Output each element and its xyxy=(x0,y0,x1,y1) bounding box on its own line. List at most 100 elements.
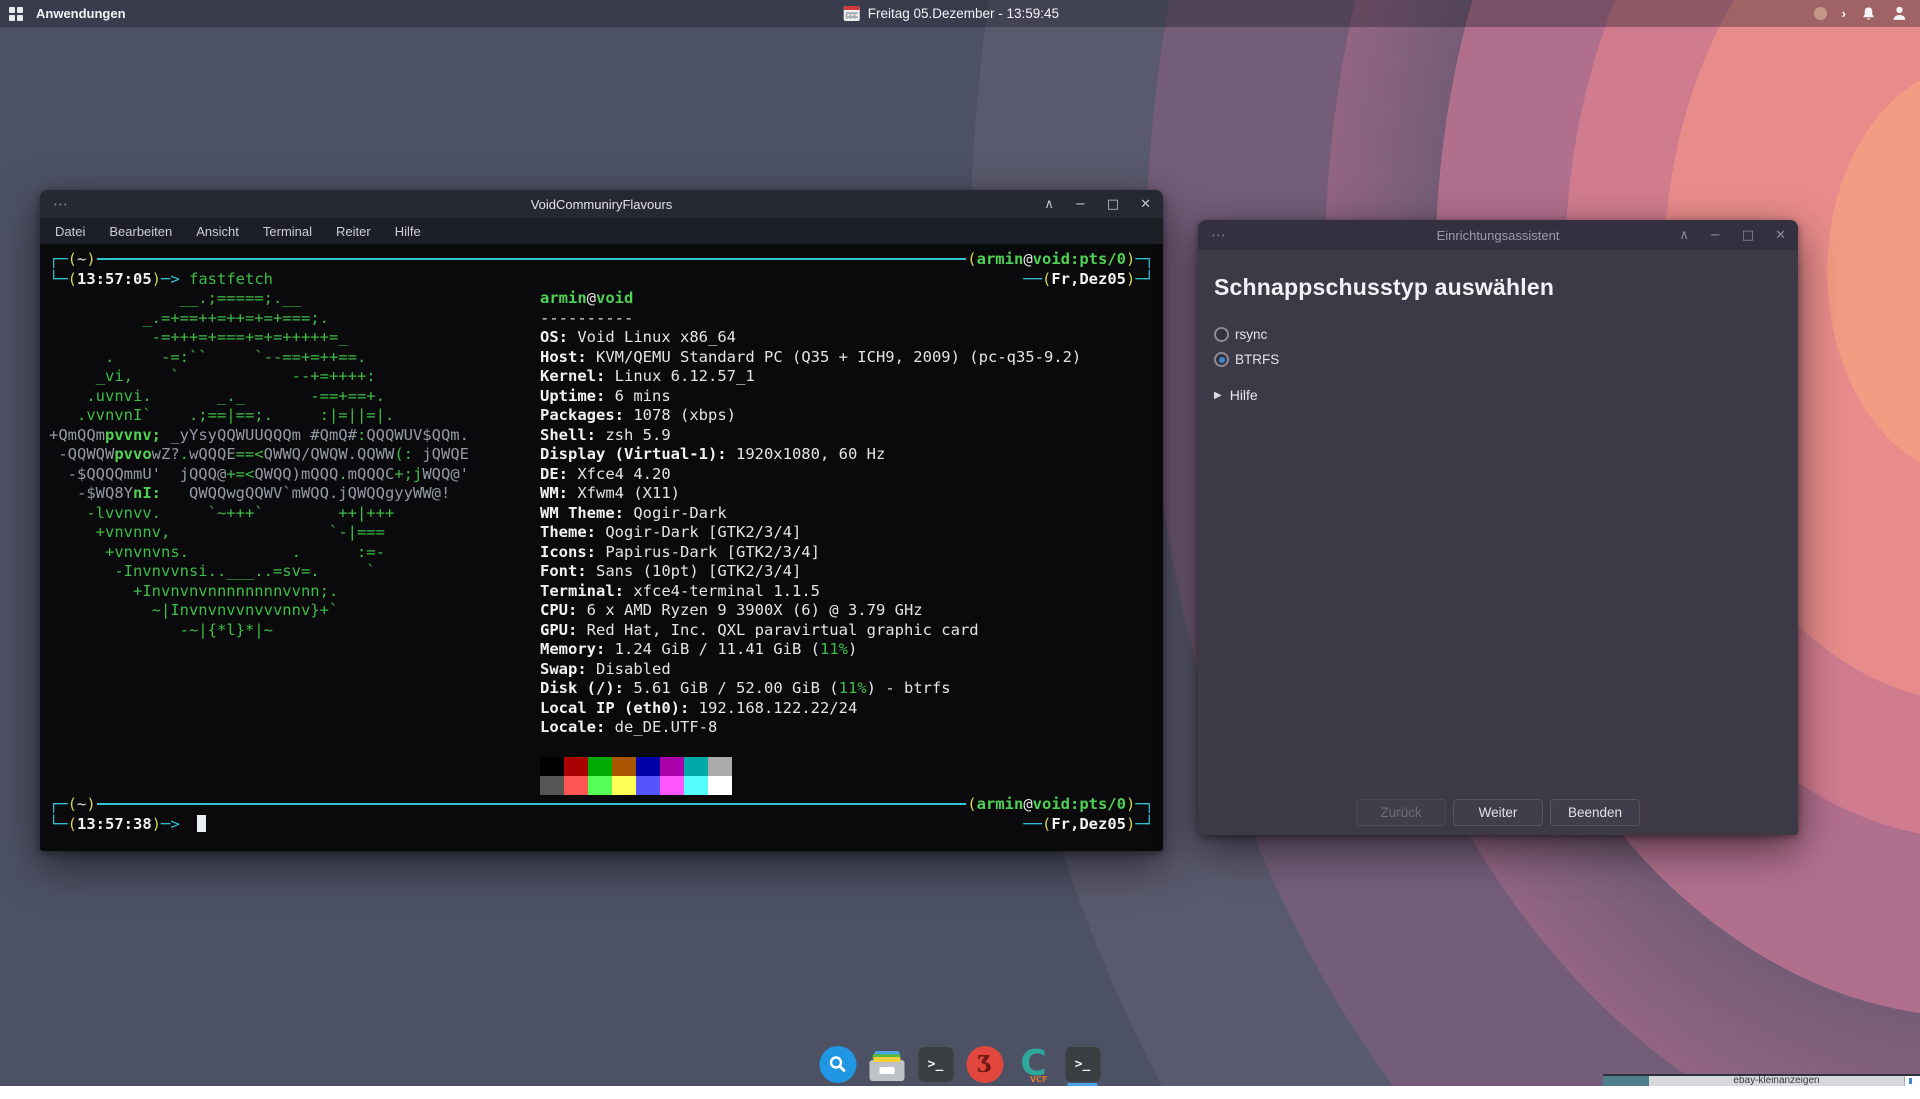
dialog-heading: Schnappschusstyp auswählen xyxy=(1214,274,1782,301)
info-line: Packages: 1078 (xbps) xyxy=(540,406,1081,426)
minimize-button[interactable]: − xyxy=(1075,197,1086,212)
radio-selected-icon[interactable] xyxy=(1214,352,1229,367)
dialog-button-row: Zurück Weiter Beenden xyxy=(1198,799,1798,826)
palette-swatch xyxy=(588,757,612,776)
user-face-icon[interactable] xyxy=(1814,7,1827,20)
palette-swatch xyxy=(684,776,708,795)
system-tray: › xyxy=(1814,5,1908,22)
window-menu-icon[interactable]: ⋯ xyxy=(53,195,69,213)
palette-swatch xyxy=(660,776,684,795)
info-line: Font: Sans (10pt) [GTK2/3/4] xyxy=(540,562,1081,582)
help-expander[interactable]: ▶ Hilfe xyxy=(1214,387,1782,403)
prompt-rule xyxy=(97,258,967,260)
info-line: Uptime: 6 mins xyxy=(540,387,1081,407)
dock-terminal[interactable]: >_ xyxy=(917,1045,955,1083)
bell-icon[interactable] xyxy=(1861,6,1876,21)
terminal-menubar: Datei Bearbeiten Ansicht Terminal Reiter Hilf… xyxy=(40,218,1163,245)
chevron-right-icon[interactable]: › xyxy=(1842,7,1846,20)
info-line: WM: Xfwm4 (X11) xyxy=(540,484,1081,504)
terminal-window-controls: ∧ − □ ✕ xyxy=(1044,197,1151,212)
info-line: Shell: zsh 5.9 xyxy=(540,426,1081,446)
menu-datei[interactable]: Datei xyxy=(55,224,85,239)
prompt-user: armin xyxy=(977,250,1024,270)
shade-button[interactable]: ∧ xyxy=(1044,197,1054,212)
dialog-titlebar[interactable]: ⋯ Einrichtungsassistent ∧−□✕ xyxy=(1198,220,1798,250)
menu-terminal[interactable]: Terminal xyxy=(263,224,312,239)
setup-assistant-window: ⋯ Einrichtungsassistent ∧−□✕ Schnappschu… xyxy=(1198,220,1798,835)
panel-clock[interactable]: Freitag 05.Dezember - 13:59:45 xyxy=(844,6,1059,21)
palette-swatch xyxy=(540,776,564,795)
palette-swatch xyxy=(660,757,684,776)
clock-label: Freitag 05.Dezember - 13:59:45 xyxy=(868,6,1059,21)
prompt-bottom-line1: ┌─(~) (armin@void:pts/0)─┐ xyxy=(49,795,1154,815)
info-line: Disk (/): 5.61 GiB / 52.00 GiB (11%) - b… xyxy=(540,679,1081,699)
dock-file-manager[interactable] xyxy=(868,1045,906,1083)
menu-reiter[interactable]: Reiter xyxy=(336,224,371,239)
terminal-titlebar[interactable]: ⋯ VoidCommuniryFlavours ∧−□✕ xyxy=(40,190,1163,218)
help-expander-label: Hilfe xyxy=(1230,387,1258,403)
window-menu-icon[interactable]: ⋯ xyxy=(1211,226,1227,244)
terminal-palette-row1 xyxy=(540,757,1081,776)
info-line: OS: Void Linux x86_64 xyxy=(540,328,1081,348)
radio-label: rsync xyxy=(1235,327,1267,342)
red-app-icon: Ʒ xyxy=(966,1046,1003,1083)
dock-vcf-logo[interactable]: CVCF xyxy=(1015,1045,1053,1083)
file-manager-icon xyxy=(869,1060,904,1081)
terminal-palette-row2 xyxy=(540,776,1081,795)
prompt-host: void:pts/0 xyxy=(1033,250,1126,270)
sliver-edge-block xyxy=(1904,1076,1920,1086)
fastfetch-separator: ---------- xyxy=(540,309,1081,329)
info-line: GPU: Red Hat, Inc. QXL paravirtual graph… xyxy=(540,621,1081,641)
terminal-cursor xyxy=(197,815,206,832)
maximize-button[interactable]: □ xyxy=(1107,197,1119,212)
search-icon xyxy=(819,1046,856,1083)
menu-ansicht[interactable]: Ansicht xyxy=(196,224,239,239)
vcf-logo-icon: CVCF xyxy=(1015,1045,1053,1083)
menu-bearbeiten[interactable]: Bearbeiten xyxy=(109,224,172,239)
command-fastfetch: fastfetch xyxy=(189,270,273,288)
close-button[interactable]: ✕ xyxy=(1140,197,1151,212)
menu-hilfe[interactable]: Hilfe xyxy=(395,224,421,239)
info-line: Theme: Qogir-Dark [GTK2/3/4] xyxy=(540,523,1081,543)
fastfetch-ascii-art: __.;=====;.__ _.=+==++=++=+=+===;. -=+++… xyxy=(49,289,540,795)
palette-swatch xyxy=(588,776,612,795)
prompt-path: ~ xyxy=(77,250,86,270)
info-line: Locale: de_DE.UTF-8 xyxy=(540,718,1081,738)
sliver-tab-label: ebay-kleinanzeigen xyxy=(1649,1076,1904,1086)
radio-btrfs[interactable]: BTRFS xyxy=(1214,352,1782,367)
shade-button[interactable]: ∧ xyxy=(1679,228,1689,243)
info-line: Host: KVM/QEMU Standard PC (Q35 + ICH9, … xyxy=(540,348,1081,368)
info-line: Display (Virtual-1): 1920x1080, 60 Hz xyxy=(540,445,1081,465)
fastfetch-header: armin@void xyxy=(540,289,1081,309)
radio-unselected-icon[interactable] xyxy=(1214,327,1229,342)
palette-swatch xyxy=(564,757,588,776)
dock-app-finder[interactable] xyxy=(819,1045,857,1083)
palette-swatch xyxy=(636,757,660,776)
applications-menu-icon[interactable] xyxy=(9,7,23,21)
maximize-button[interactable]: □ xyxy=(1742,228,1754,243)
applications-menu-button[interactable]: Anwendungen xyxy=(36,6,126,21)
dock-terminal-running[interactable]: >_ xyxy=(1064,1045,1102,1083)
dialog-window-controls: ∧ − □ ✕ xyxy=(1679,228,1786,243)
fastfetch-info-col: armin@void ---------- OS: Void Linux x86… xyxy=(540,289,1081,795)
palette-swatch xyxy=(540,757,564,776)
minimize-button[interactable]: − xyxy=(1710,228,1721,243)
person-icon[interactable] xyxy=(1891,5,1908,22)
dock-red-app[interactable]: Ʒ xyxy=(966,1045,1004,1083)
background-window-sliver[interactable]: ebay-kleinanzeigen xyxy=(1603,1074,1920,1086)
info-line: Swap: Disabled xyxy=(540,660,1081,680)
radio-label: BTRFS xyxy=(1235,352,1279,367)
top-panel: Anwendungen Freitag 05.Dezember - 13:59:… xyxy=(0,0,1920,27)
close-button[interactable]: ✕ xyxy=(1775,228,1786,243)
zurück-button[interactable]: Zurück xyxy=(1356,799,1446,826)
info-line: Local IP (eth0): 192.168.122.22/24 xyxy=(540,699,1081,719)
beenden-button[interactable]: Beenden xyxy=(1550,799,1640,826)
radio-rsync[interactable]: rsync xyxy=(1214,327,1782,342)
prompt-bottom-line2: └─(13:57:38)─> ──(Fr,Dez05)─┘ xyxy=(49,815,1154,835)
weiter-button[interactable]: Weiter xyxy=(1453,799,1543,826)
sliver-favicon-block xyxy=(1603,1076,1649,1086)
palette-swatch xyxy=(708,776,732,795)
terminal-content[interactable]: ┌─(~) (armin@void:pts/0)─┐ └─(13:57:05)─… xyxy=(40,245,1163,850)
dock: >_ Ʒ CVCF >_ xyxy=(819,1045,1102,1083)
palette-swatch xyxy=(612,757,636,776)
